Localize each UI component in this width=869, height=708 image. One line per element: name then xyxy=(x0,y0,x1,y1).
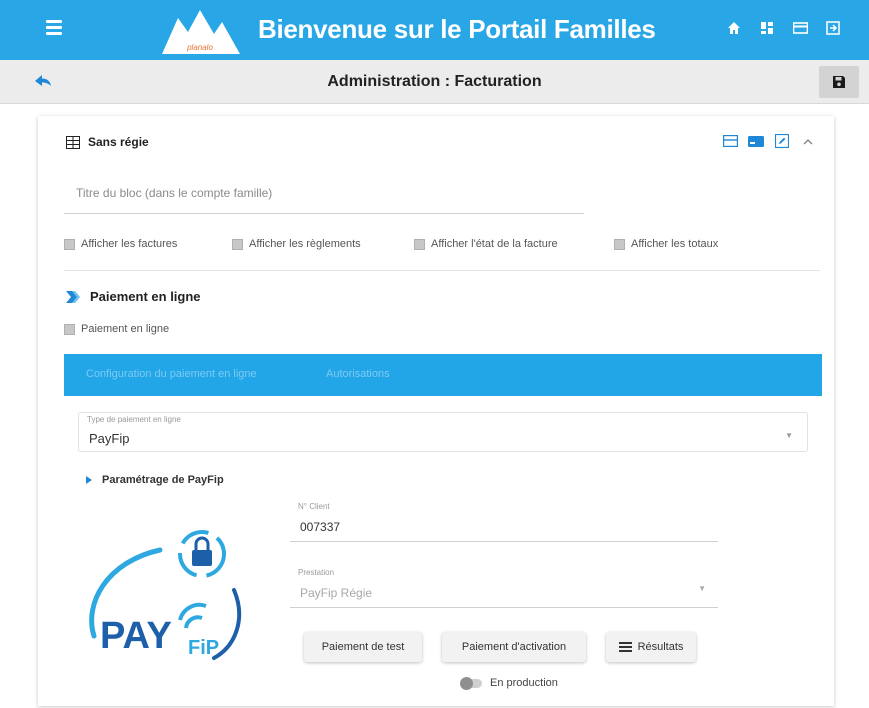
checkbox-box[interactable] xyxy=(64,238,75,250)
checkbox-label: Afficher l'état de la facture xyxy=(431,238,558,250)
top-bar: planalo Bienvenue sur le Portail Famille… xyxy=(0,0,869,60)
show-invoice-status-checkbox[interactable]: Afficher l'état de la facture xyxy=(414,238,558,250)
section-title: Paiement en ligne xyxy=(90,289,201,304)
online-payment-section-header: Paiement en ligne xyxy=(66,289,201,304)
client-number-field[interactable]: N° Client 007337 xyxy=(290,502,718,542)
block-header: Sans régie xyxy=(66,135,149,149)
field-label: N° Client xyxy=(298,502,330,511)
dashboard-icon[interactable] xyxy=(759,20,775,36)
field-label: Prestation xyxy=(298,568,335,577)
save-icon xyxy=(833,76,845,88)
test-payment-button[interactable]: Paiement de test xyxy=(304,632,422,662)
checkbox-label: Paiement en ligne xyxy=(81,323,170,335)
checkbox-label: Afficher les factures xyxy=(81,238,178,250)
edit-icon[interactable] xyxy=(774,134,790,148)
payment-tabs: Configuration du paiement en ligne Autor… xyxy=(64,354,822,396)
layout-icon[interactable] xyxy=(722,134,738,148)
toggle-track[interactable] xyxy=(460,676,482,690)
double-chevron-icon xyxy=(66,290,80,303)
checkbox-label: Afficher les totaux xyxy=(631,238,719,250)
show-totals-checkbox[interactable]: Afficher les totaux xyxy=(614,238,718,250)
app-logo[interactable]: planalo xyxy=(160,6,242,56)
checkbox-box[interactable] xyxy=(232,238,243,250)
block-title-field[interactable] xyxy=(64,172,584,214)
button-label: Paiement d'activation xyxy=(461,641,567,653)
divider xyxy=(64,270,820,271)
checkbox-box[interactable] xyxy=(64,323,75,335)
svg-text:planalo: planalo xyxy=(186,43,213,52)
field-value: 007337 xyxy=(300,520,341,534)
settings-title: Paramétrage de PayFip xyxy=(102,474,224,486)
dropdown-arrow-icon: ▼ xyxy=(698,584,706,593)
checkbox-box[interactable] xyxy=(414,238,425,250)
payment-card-icon[interactable] xyxy=(748,134,764,148)
page-header-bar: Administration : Facturation xyxy=(0,60,869,104)
chevron-up-icon[interactable] xyxy=(800,134,816,148)
online-payment-checkbox[interactable]: Paiement en ligne xyxy=(64,323,169,335)
dropdown-arrow-icon: ▼ xyxy=(785,431,793,440)
field-value: PayFip Régie xyxy=(300,586,373,600)
tab-payment-configuration[interactable]: Configuration du paiement en ligne xyxy=(86,368,257,380)
payfip-settings-header[interactable]: Paramétrage de PayFip xyxy=(86,474,224,486)
checkbox-label: Afficher les règlements xyxy=(249,238,361,250)
save-button[interactable] xyxy=(819,66,859,98)
selected-value: PayFip xyxy=(89,431,130,446)
card-icon[interactable] xyxy=(792,20,808,36)
activation-payment-button[interactable]: Paiement d'activation xyxy=(442,632,586,662)
list-icon xyxy=(618,642,632,652)
app-title: Bienvenue sur le Portail Familles xyxy=(258,14,656,44)
home-icon[interactable] xyxy=(726,20,742,36)
show-payments-checkbox[interactable]: Afficher les règlements xyxy=(232,238,361,250)
button-label: Paiement de test xyxy=(321,641,405,653)
menu-icon[interactable] xyxy=(46,20,62,35)
field-label: Type de paiement en ligne xyxy=(87,415,181,424)
caret-right-icon xyxy=(86,476,92,484)
toggle-label: En production xyxy=(490,677,558,689)
button-label: Résultats xyxy=(637,641,684,653)
block-title: Sans régie xyxy=(88,135,149,149)
production-toggle[interactable]: En production xyxy=(460,676,558,690)
block-title-input[interactable] xyxy=(64,172,584,213)
svg-text:PAY: PAY xyxy=(100,615,172,657)
results-button[interactable]: Résultats xyxy=(606,632,696,662)
checkbox-box[interactable] xyxy=(614,238,625,250)
toggle-knob xyxy=(460,676,473,690)
grid-block-icon xyxy=(66,135,80,149)
payfip-logo: PAY FiP xyxy=(76,520,256,670)
show-invoices-checkbox[interactable]: Afficher les factures xyxy=(64,238,177,250)
page-title: Administration : Facturation xyxy=(327,73,542,90)
payment-type-select[interactable]: Type de paiement en ligne PayFip ▼ xyxy=(78,412,808,452)
prestation-select[interactable]: Prestation PayFip Régie ▼ xyxy=(290,568,718,608)
logout-icon[interactable] xyxy=(825,20,841,36)
block-toolbar xyxy=(722,134,816,148)
tab-authorizations[interactable]: Autorisations xyxy=(326,368,390,380)
svg-text:FiP: FiP xyxy=(188,637,219,659)
